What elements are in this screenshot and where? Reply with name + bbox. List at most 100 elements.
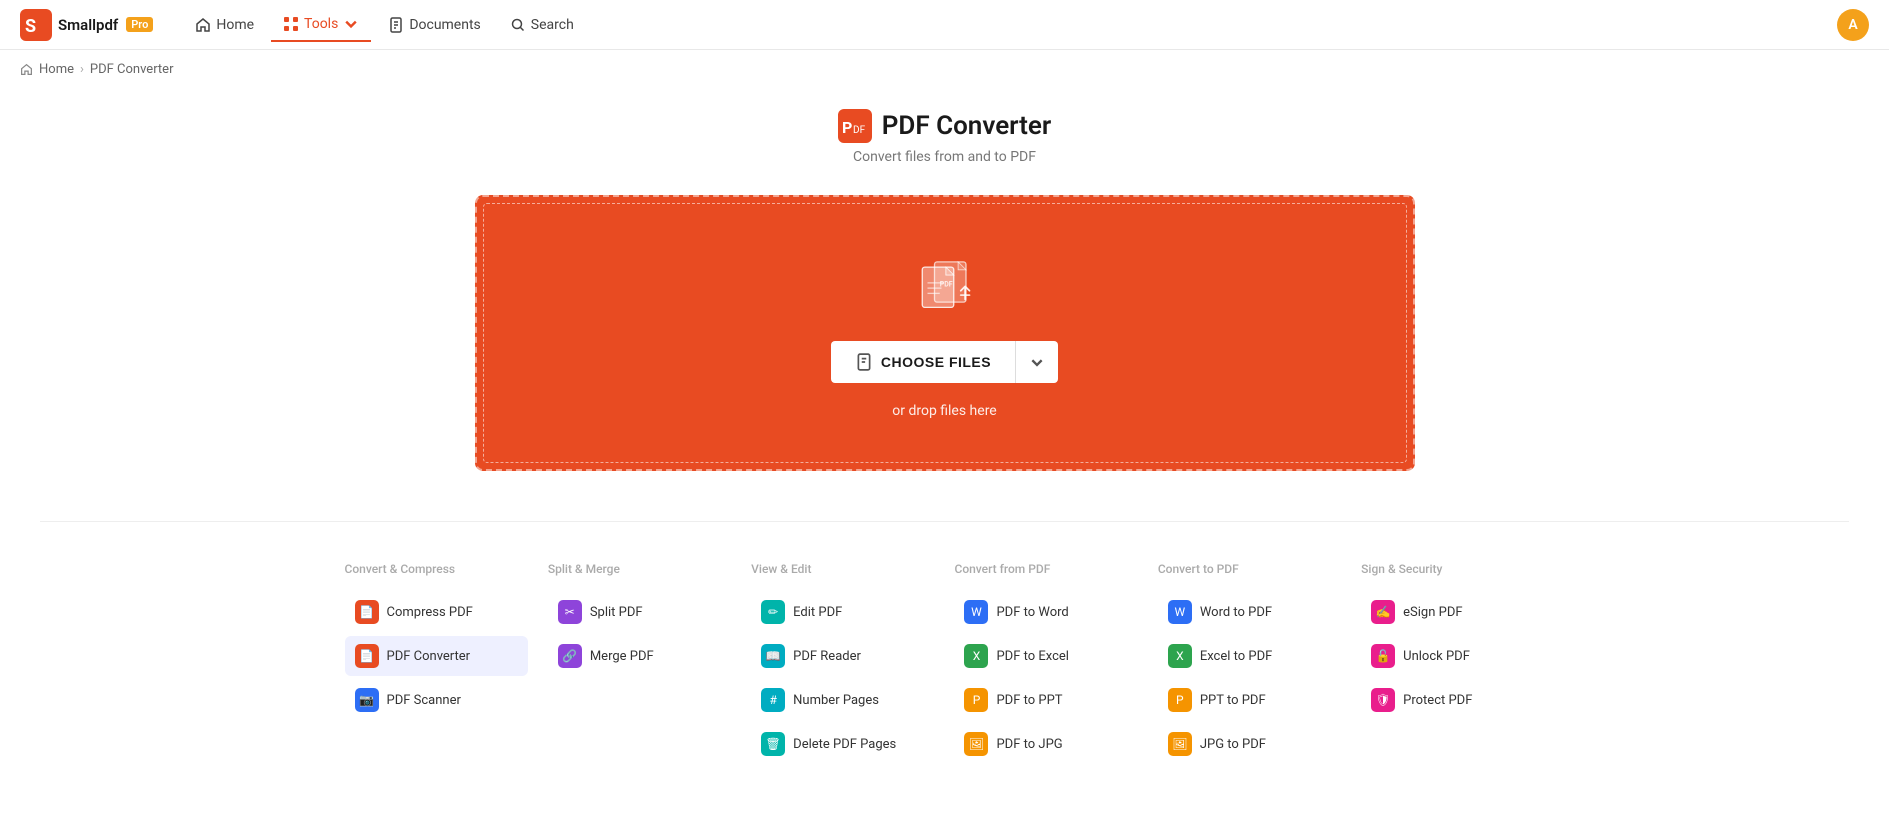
tool-icon: ✏: [761, 600, 785, 624]
smallpdf-logo-icon: S: [20, 9, 52, 41]
tool-icon: W: [1168, 600, 1192, 624]
tool-label: Protect PDF: [1403, 693, 1472, 708]
breadcrumb-home-link[interactable]: Home: [39, 62, 74, 77]
tools-col-title-2: View & Edit: [751, 562, 934, 576]
tool-label: PDF to Excel: [996, 649, 1068, 664]
pdf-converter-icon: P DF: [838, 109, 872, 143]
choose-files-button[interactable]: CHOOSE FILES: [831, 341, 1058, 383]
tool-icon: 🖼: [964, 732, 988, 756]
tool-icon: X: [1168, 644, 1192, 668]
tools-col-title-0: Convert & Compress: [345, 562, 528, 576]
documents-icon: [388, 17, 404, 33]
grid-icon: [283, 16, 299, 32]
tool-item[interactable]: 📄PDF Converter: [345, 636, 528, 676]
tool-item[interactable]: XPDF to Excel: [954, 636, 1137, 676]
home-icon: [195, 17, 211, 33]
chevron-down-icon: [1030, 355, 1044, 369]
tool-item[interactable]: XExcel to PDF: [1158, 636, 1341, 676]
home-breadcrumb-icon: [20, 63, 33, 76]
tools-col-3: Convert from PDF WPDF to WordXPDF to Exce…: [954, 562, 1137, 768]
tool-icon: 📄: [355, 644, 379, 668]
tool-icon: P: [964, 688, 988, 712]
tool-icon: 🔗: [558, 644, 582, 668]
brand-name: Smallpdf: [58, 16, 118, 34]
tool-label: PPT to PDF: [1200, 693, 1266, 708]
nav-documents[interactable]: Documents: [376, 9, 492, 41]
drop-hint-text: or drop files here: [892, 403, 996, 419]
tool-item[interactable]: 🗑 Delete PDF Pages: [751, 724, 934, 764]
page-subtitle: Convert files from and to PDF: [40, 149, 1849, 165]
brand-logo-area[interactable]: S Smallpdf Pro: [20, 9, 153, 41]
tool-item[interactable]: 🖼 PDF to JPG: [954, 724, 1137, 764]
tool-icon: #: [761, 688, 785, 712]
page-header: P DF PDF Converter Convert files from an…: [40, 109, 1849, 165]
tool-label: PDF to Word: [996, 605, 1068, 620]
choose-files-label: CHOOSE FILES: [881, 354, 991, 370]
tool-icon: 🗑: [761, 732, 785, 756]
breadcrumb-current: PDF Converter: [90, 62, 174, 77]
choose-files-main: CHOOSE FILES: [831, 341, 1015, 383]
main-content: P DF PDF Converter Convert files from an…: [0, 89, 1889, 808]
tools-col-5: Sign & Security ✍ eSign PDF 🔓Unlock PDF 🛡 Pro…: [1361, 562, 1544, 768]
nav-home[interactable]: Home: [183, 9, 266, 41]
tool-item[interactable]: 🔗Merge PDF: [548, 636, 731, 676]
tool-item[interactable]: 🔓Unlock PDF: [1361, 636, 1544, 676]
tools-grid: Convert & Compress 📄 Compress PDF 📄PDF Conv…: [345, 562, 1545, 768]
dropdown-arrow[interactable]: [1016, 343, 1058, 381]
nav-items: Home Tools Documents: [183, 8, 1837, 42]
tool-label: JPG to PDF: [1200, 737, 1266, 752]
tool-label: Word to PDF: [1200, 605, 1272, 620]
tool-label: PDF to JPG: [996, 737, 1062, 752]
tool-label: Edit PDF: [793, 605, 842, 620]
tool-icon: ✂: [558, 600, 582, 624]
file-icon: [855, 353, 873, 371]
tool-icon: 🔓: [1371, 644, 1395, 668]
tool-item[interactable]: 🛡 Protect PDF: [1361, 680, 1544, 720]
tool-item[interactable]: W Word to PDF: [1158, 592, 1341, 632]
tool-label: eSign PDF: [1403, 605, 1462, 620]
tools-col-title-4: Convert to PDF: [1158, 562, 1341, 576]
tools-col-0: Convert & Compress 📄 Compress PDF 📄PDF Conv…: [345, 562, 528, 768]
tools-col-1: Split & Merge✂Split PDF🔗Merge PDF: [548, 562, 731, 768]
user-avatar[interactable]: A: [1837, 9, 1869, 41]
tool-item[interactable]: P PDF to PPT: [954, 680, 1137, 720]
tool-icon: 📷: [355, 688, 379, 712]
tool-label: PDF Reader: [793, 649, 861, 664]
tools-col-title-3: Convert from PDF: [954, 562, 1137, 576]
tool-icon: 🛡: [1371, 688, 1395, 712]
breadcrumb: Home › PDF Converter: [0, 50, 1889, 89]
tool-item[interactable]: 🖼JPG to PDF: [1158, 724, 1341, 764]
tool-item[interactable]: WPDF to Word: [954, 592, 1137, 632]
nav-search[interactable]: Search: [498, 9, 586, 41]
tool-label: Delete PDF Pages: [793, 737, 896, 752]
tool-icon: 📄: [355, 600, 379, 624]
tool-label: Split PDF: [590, 605, 643, 620]
page-title: PDF Converter: [882, 111, 1052, 141]
chevron-down-icon: [343, 16, 359, 32]
tool-item[interactable]: 📖PDF Reader: [751, 636, 934, 676]
tool-label: Number Pages: [793, 693, 879, 708]
nav-tools[interactable]: Tools: [271, 8, 371, 42]
breadcrumb-separator: ›: [80, 62, 84, 77]
tool-item[interactable]: ✏ Edit PDF: [751, 592, 934, 632]
tool-item[interactable]: ✂ Split PDF: [548, 592, 731, 632]
tool-icon: P: [1168, 688, 1192, 712]
navbar: S Smallpdf Pro Home Tools: [0, 0, 1889, 50]
tool-item[interactable]: P PPT to PDF: [1158, 680, 1341, 720]
tool-item[interactable]: ✍ eSign PDF: [1361, 592, 1544, 632]
dropzone[interactable]: PDF CHOOSE FILES: [475, 195, 1415, 471]
tool-label: PDF to PPT: [996, 693, 1062, 708]
tool-label: Compress PDF: [387, 605, 473, 620]
svg-text:DF: DF: [853, 125, 866, 136]
search-icon: [510, 17, 526, 33]
tools-col-title-5: Sign & Security: [1361, 562, 1544, 576]
tool-item[interactable]: 📄 Compress PDF: [345, 592, 528, 632]
tool-item[interactable]: # Number Pages: [751, 680, 934, 720]
tools-col-2: View & Edit ✏ Edit PDF 📖PDF Reader # Number P…: [751, 562, 934, 768]
tool-icon: ✍: [1371, 600, 1395, 624]
svg-text:S: S: [25, 16, 36, 37]
tool-item[interactable]: 📷 PDF Scanner: [345, 680, 528, 720]
tools-section: Convert & Compress 📄 Compress PDF 📄PDF Conv…: [40, 521, 1849, 768]
tool-label: PDF Scanner: [387, 693, 461, 708]
dropzone-border: [483, 203, 1407, 463]
